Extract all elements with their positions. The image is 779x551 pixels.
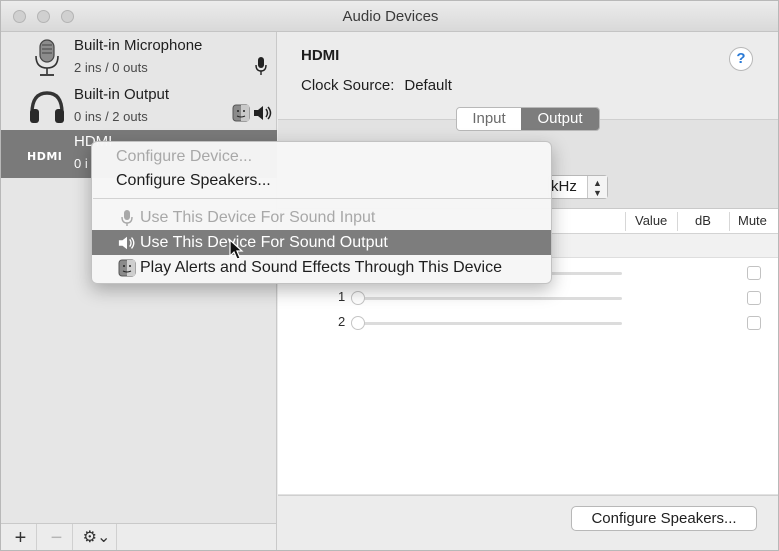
column-header-value[interactable]: Value <box>635 213 667 228</box>
microphone-icon <box>35 39 59 76</box>
window-title: Audio Devices <box>342 8 439 25</box>
add-device-button[interactable]: + <box>5 524 37 550</box>
audio-devices-window: Audio Devices Built-in Microphone 2 ins … <box>0 0 779 551</box>
device-channels: 0 i <box>74 156 88 171</box>
column-divider <box>625 212 626 231</box>
configure-speakers-button[interactable]: Configure Speakers... <box>571 506 757 531</box>
mouse-pointer-icon <box>229 239 244 260</box>
device-title: HDMI <box>301 47 340 64</box>
menu-item-label: Use This Device For Sound Input <box>140 209 376 226</box>
menu-separator <box>93 198 551 199</box>
clock-source-value[interactable]: Default <box>404 77 452 94</box>
format-value: kHz <box>551 178 577 195</box>
table-row: 2 <box>278 311 778 336</box>
device-context-menu: Configure Device... Configure Speakers..… <box>91 141 552 284</box>
microphone-small-icon <box>255 57 267 75</box>
menu-item-play-alerts[interactable]: Play Alerts and Sound Effects Through Th… <box>92 255 551 280</box>
menu-item-label: Use This Device For Sound Output <box>140 234 388 251</box>
column-header-db[interactable]: dB <box>695 213 711 228</box>
format-select[interactable]: kHz ▲ ▼ <box>548 175 608 199</box>
hdmi-logo-icon: HDMI <box>27 150 62 163</box>
clock-source-label: Clock Source: <box>301 77 395 94</box>
help-button[interactable]: ? <box>729 47 753 71</box>
device-item-built-in-microphone[interactable]: Built-in Microphone 2 ins / 0 outs <box>1 34 277 82</box>
device-name: Built-in Microphone <box>74 37 203 54</box>
mute-checkbox[interactable] <box>747 266 761 280</box>
column-divider <box>677 212 678 231</box>
tab-output[interactable]: Output <box>521 108 599 130</box>
device-channels: 0 ins / 2 outs <box>74 109 148 124</box>
remove-device-button[interactable]: − <box>41 524 73 550</box>
menu-item-sound-input[interactable]: Use This Device For Sound Input <box>92 205 551 230</box>
menu-item-configure-speakers[interactable]: Configure Speakers... <box>92 168 551 193</box>
table-row: 1 <box>278 286 778 311</box>
device-item-built-in-output[interactable]: Built-in Output 0 ins / 2 outs <box>1 83 277 131</box>
finder-icon <box>118 259 136 277</box>
gear-menu-button[interactable]: ⚙︎⌄ <box>77 524 117 550</box>
column-divider <box>729 212 730 231</box>
volume-slider-track[interactable] <box>352 322 622 325</box>
menu-item-configure-device[interactable]: Configure Device... <box>92 144 551 169</box>
channel-label: 1 <box>338 289 346 304</box>
svg-text:HDMI: HDMI <box>27 150 62 163</box>
title-bar: Audio Devices <box>1 1 778 32</box>
mute-checkbox[interactable] <box>747 316 761 330</box>
device-name: Built-in Output <box>74 86 170 103</box>
clock-source: Clock Source: Default <box>301 77 452 94</box>
speaker-icon <box>254 106 272 120</box>
sidebar-toolbar: + − ⚙︎⌄ <box>1 523 277 550</box>
detail-footer: Configure Speakers... <box>278 495 778 550</box>
volume-slider-knob[interactable] <box>351 291 365 305</box>
mute-checkbox[interactable] <box>747 291 761 305</box>
column-header-mute[interactable]: Mute <box>738 213 767 228</box>
device-channels: 2 ins / 0 outs <box>74 60 148 75</box>
menu-item-sound-output[interactable]: Use This Device For Sound Output <box>92 230 551 255</box>
channel-label: 2 <box>338 314 346 329</box>
format-stepper-icon: ▲ ▼ <box>587 176 607 198</box>
volume-slider-knob[interactable] <box>351 316 365 330</box>
tab-input[interactable]: Input <box>457 108 521 130</box>
menu-item-label: Configure Device... <box>116 148 253 165</box>
headphones-icon <box>30 91 64 123</box>
volume-slider-track[interactable] <box>352 297 622 300</box>
input-output-tabs: Input Output <box>456 107 600 131</box>
menu-item-label: Configure Speakers... <box>116 172 271 189</box>
microphone-small-icon <box>121 210 133 226</box>
speaker-icon <box>118 236 135 250</box>
menu-item-label: Play Alerts and Sound Effects Through Th… <box>140 259 502 276</box>
device-detail-pane: HDMI ? Clock Source: Default Input Output… <box>278 32 778 550</box>
finder-icon <box>232 104 250 122</box>
